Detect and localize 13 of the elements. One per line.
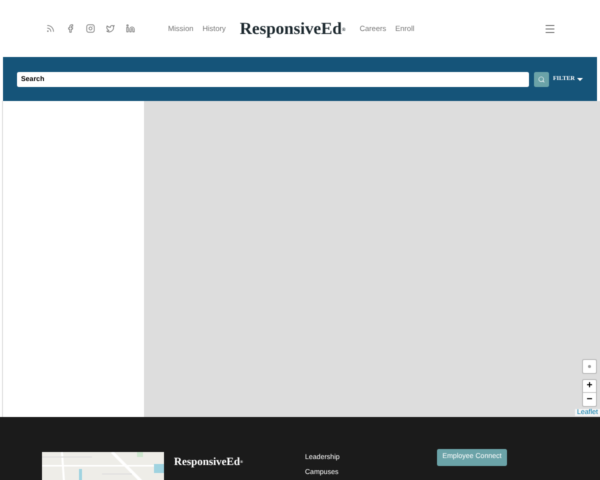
rss-icon[interactable]	[46, 24, 55, 33]
facebook-icon[interactable]	[66, 24, 75, 33]
caret-icon	[576, 78, 583, 80]
search-icon	[538, 76, 545, 82]
linkedin-icon[interactable]	[126, 24, 135, 33]
locate-button[interactable]	[582, 359, 597, 374]
instagram-icon[interactable]	[86, 24, 95, 33]
zoom-out-button[interactable]: −	[583, 393, 596, 406]
twitter-icon[interactable]	[106, 24, 115, 33]
locate-icon	[588, 365, 591, 368]
menu-icon[interactable]	[544, 22, 556, 34]
search-button[interactable]	[534, 72, 549, 86]
zoom-in-button[interactable]: +	[583, 380, 596, 393]
